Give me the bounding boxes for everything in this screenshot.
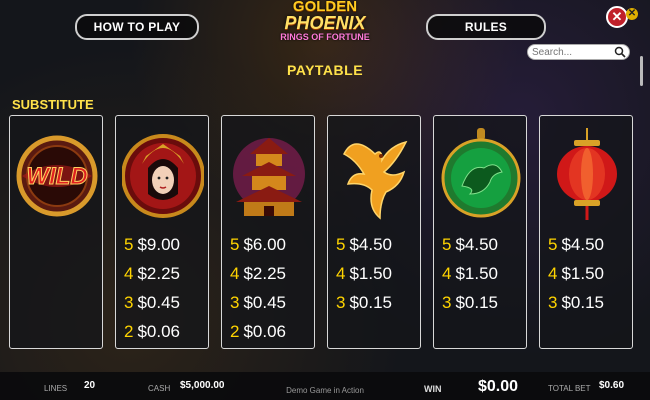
logo-line-3: RINGS OF FORTUNE (280, 32, 370, 42)
pay-row: 4 $2.25 (124, 264, 181, 283)
substitute-label: SUBSTITUTE (12, 97, 94, 112)
jade-dragon-symbol-icon (441, 128, 521, 218)
pay-row: 3 $0.45 (124, 293, 181, 312)
pay-list: 5 $4.50 4 $1.50 3 $0.15 (442, 235, 498, 322)
pay-row: 3 $0.15 (336, 293, 393, 312)
how-to-play-button[interactable]: HOW TO PLAY (75, 14, 199, 40)
pay-row: 5 $4.50 (442, 235, 499, 254)
win-label: WIN (424, 384, 442, 394)
paytable-card-pagoda: 5 $6.00 4 $2.25 3 $0.45 2 $0.06 (221, 115, 315, 349)
pay-row: 4 $1.50 (336, 264, 393, 283)
lantern-symbol-icon (557, 128, 617, 220)
pay-row: 5 $4.50 (336, 235, 393, 254)
pagoda-symbol-icon (233, 138, 305, 216)
wild-symbol-icon: WILD (16, 135, 98, 217)
paytable-card-jade-dragon: 5 $4.50 4 $1.50 3 $0.15 (433, 115, 527, 349)
empress-symbol-icon (122, 134, 204, 218)
pay-row: 3 $0.15 (442, 293, 499, 312)
paytable-card-wild: WILD (9, 115, 103, 349)
pay-row: 5 $6.00 (230, 235, 287, 254)
pay-row: 5 $4.50 (548, 235, 605, 254)
close-button[interactable]: ✕ (606, 6, 628, 28)
pay-row: 2 $0.06 (230, 322, 287, 341)
pay-row: 4 $2.25 (230, 264, 287, 283)
pay-list: 5 $6.00 4 $2.25 3 $0.45 2 $0.06 (230, 235, 286, 351)
total-bet-label: TOTAL BET (548, 384, 591, 393)
search-icon[interactable] (614, 46, 626, 58)
wild-text: WILD (26, 163, 87, 190)
total-bet-value: $0.60 (599, 380, 625, 391)
pay-row: 3 $0.15 (548, 293, 605, 312)
win-value: $0.00 (478, 378, 519, 395)
paytable-title: PAYTABLE (286, 62, 364, 78)
game-logo: GOLDEN PHOENIX RINGS OF FORTUNE (270, 0, 380, 48)
paytable-card-lantern: 5 $4.50 4 $1.50 3 $0.15 (539, 115, 633, 349)
pay-row: 2 $0.06 (124, 322, 181, 341)
logo-line-1: GOLDEN (292, 0, 358, 15)
secondary-close-icon[interactable]: ✕ (626, 8, 638, 20)
pay-row: 3 $0.45 (230, 293, 287, 312)
pay-list: 5 $9.00 4 $2.25 3 $0.45 2 $0.06 (124, 235, 180, 351)
pay-row: 5 $9.00 (124, 235, 181, 254)
paytable-card-phoenix: 5 $4.50 4 $1.50 3 $0.15 (327, 115, 421, 349)
rules-button[interactable]: RULES (426, 14, 546, 40)
pay-row: 4 $1.50 (442, 264, 499, 283)
logo-line-2: PHOENIX (284, 13, 366, 33)
pay-row: 4 $1.50 (548, 264, 605, 283)
pay-list: 5 $4.50 4 $1.50 3 $0.15 (548, 235, 604, 322)
phoenix-symbol-icon (342, 140, 408, 220)
pay-list: 5 $4.50 4 $1.50 3 $0.15 (336, 235, 392, 322)
paytable-card-empress: 5 $9.00 4 $2.25 3 $0.45 2 $0.06 (115, 115, 209, 349)
